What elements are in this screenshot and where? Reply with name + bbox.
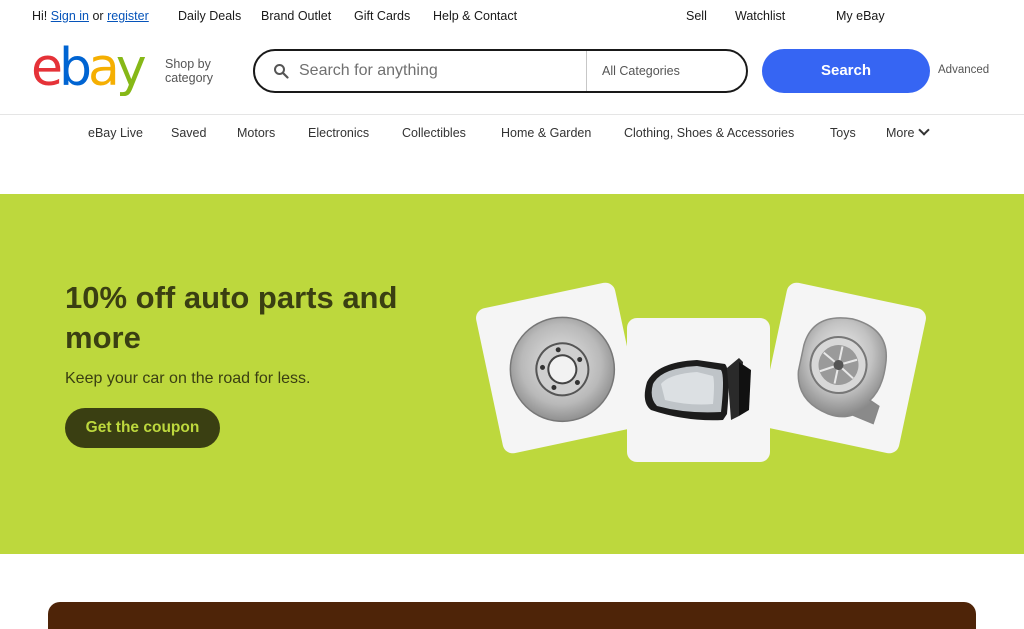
ebay-logo[interactable]: ebay [31, 42, 153, 94]
nav-item-toys[interactable]: Toys [830, 126, 856, 140]
search-box: All Categories [253, 49, 748, 93]
nav-item-motors[interactable]: Motors [237, 126, 275, 140]
promo-hero-banner: 10% off auto parts and more Keep your ca… [0, 194, 1024, 554]
nav-more-label: More [886, 126, 915, 140]
nav-item-more[interactable]: More [886, 124, 931, 140]
logo-letter-a: a [88, 38, 120, 98]
help-contact-link[interactable]: Help & Contact [433, 9, 517, 23]
logo-letter-b: b [59, 38, 92, 98]
brake-rotor-card[interactable] [474, 280, 644, 456]
hero-title: 10% off auto parts and more [65, 280, 398, 355]
my-ebay-link[interactable]: My eBay [836, 9, 885, 23]
greeting-text: Hi! [32, 9, 48, 23]
or-text: or [92, 9, 104, 23]
chevron-down-icon [918, 124, 931, 136]
advanced-search-link[interactable]: Advanced [938, 64, 989, 76]
logo-letter-e: e [31, 38, 63, 98]
hero-subtitle: Keep your car on the road for less. [65, 370, 311, 387]
turbocharger-card[interactable] [758, 280, 928, 456]
daily-deals-link[interactable]: Daily Deals [178, 9, 241, 23]
watchlist-link[interactable]: Watchlist [735, 9, 785, 23]
brake-rotor-image [509, 316, 616, 423]
search-button[interactable]: Search [762, 49, 930, 93]
logo-letter-y: y [115, 38, 147, 98]
nav-item-ebay-live[interactable]: eBay Live [88, 126, 143, 140]
top-utility-bar: Hi! Sign in or register Daily Deals Bran… [0, 0, 1024, 32]
sign-in-link[interactable]: Sign in [51, 9, 89, 23]
gift-cards-link[interactable]: Gift Cards [354, 9, 410, 23]
brand-outlet-link[interactable]: Brand Outlet [261, 9, 331, 23]
greeting: Hi! Sign in or register [32, 9, 149, 23]
side-mirror-card[interactable] [627, 318, 770, 462]
search-input[interactable] [299, 59, 579, 83]
register-link[interactable]: register [107, 9, 149, 23]
category-select[interactable]: All Categories [602, 64, 680, 78]
nav-item-home-garden[interactable]: Home & Garden [501, 126, 591, 140]
nav-item-electronics[interactable]: Electronics [308, 126, 369, 140]
search-divider [586, 51, 587, 91]
get-coupon-button[interactable]: Get the coupon [65, 408, 220, 448]
next-section-banner [48, 602, 976, 629]
turbocharger-image [797, 317, 888, 425]
nav-item-collectibles[interactable]: Collectibles [402, 126, 466, 140]
side-mirror-image [644, 358, 751, 421]
header-divider [0, 114, 1024, 115]
shop-by-category-button[interactable]: Shop by category [165, 57, 235, 85]
sell-link[interactable]: Sell [686, 9, 707, 23]
search-icon [274, 64, 289, 79]
nav-item-saved[interactable]: Saved [171, 126, 206, 140]
nav-item-clothing[interactable]: Clothing, Shoes & Accessories [624, 126, 794, 140]
